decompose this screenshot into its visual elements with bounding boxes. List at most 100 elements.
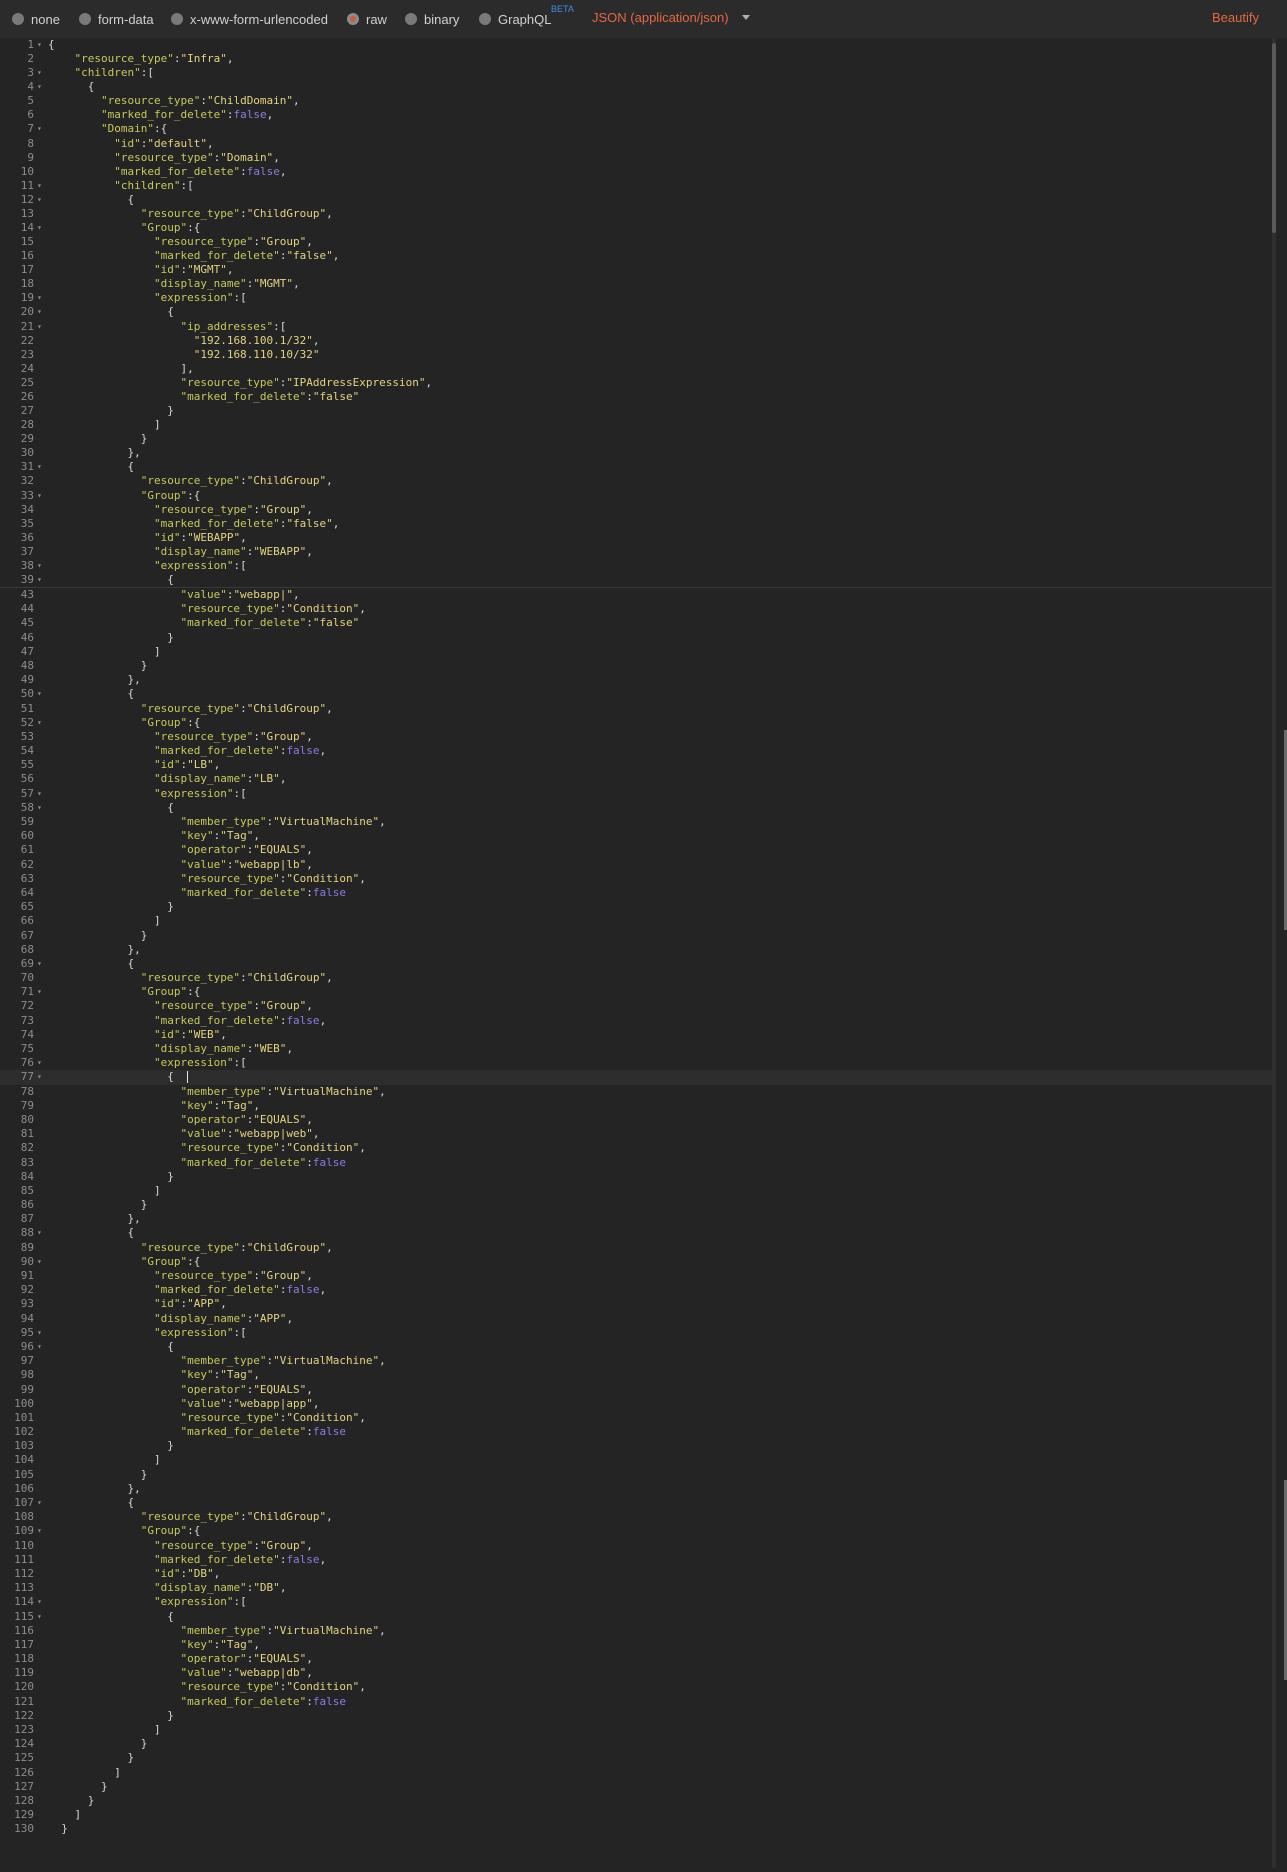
code-line[interactable]: 56 "display_name":"LB", <box>0 772 1272 786</box>
fold-toggle-icon[interactable]: ▾ <box>37 985 45 999</box>
code-line[interactable]: 44 "resource_type":"Condition", <box>0 602 1272 616</box>
code-line[interactable]: 119 "value":"webapp|db", <box>0 1666 1272 1680</box>
code-line[interactable]: 52 ▾ "Group":{ <box>0 716 1272 730</box>
beautify-button[interactable]: Beautify <box>1212 10 1259 25</box>
code-line[interactable]: 9 "resource_type":"Domain", <box>0 151 1272 165</box>
code-line[interactable]: 17 "id":"MGMT", <box>0 263 1272 277</box>
code-line[interactable]: 43 "value":"webapp|", <box>0 588 1272 602</box>
code-line[interactable]: 74 "id":"WEB", <box>0 1028 1272 1042</box>
code-line[interactable]: 45 "marked_for_delete":"false" <box>0 616 1272 630</box>
code-line[interactable]: 91 "resource_type":"Group", <box>0 1269 1272 1283</box>
code-line[interactable]: 48 } <box>0 659 1272 673</box>
code-line[interactable]: 83 "marked_for_delete":false <box>0 1156 1272 1170</box>
code-line[interactable]: 85 ] <box>0 1184 1272 1198</box>
fold-toggle-icon[interactable]: ▾ <box>37 66 45 80</box>
radio-form-data-icon[interactable] <box>79 13 91 25</box>
code-line[interactable]: 76 ▾ "expression":[ <box>0 1056 1272 1070</box>
code-line[interactable]: 120 "resource_type":"Condition", <box>0 1680 1272 1694</box>
fold-toggle-icon[interactable]: ▾ <box>37 957 45 971</box>
code-line[interactable]: 88 ▾ { <box>0 1226 1272 1240</box>
code-line[interactable]: 109 ▾ "Group":{ <box>0 1524 1272 1538</box>
body-mode-none[interactable]: none <box>12 10 60 28</box>
code-line[interactable]: 29 } <box>0 432 1272 446</box>
code-line[interactable]: 15 "resource_type":"Group", <box>0 235 1272 249</box>
code-line[interactable]: 47 ] <box>0 645 1272 659</box>
code-line[interactable]: 69 ▾ { <box>0 957 1272 971</box>
body-mode-binary[interactable]: binary <box>405 10 459 28</box>
code-line[interactable]: 54 "marked_for_delete":false, <box>0 744 1272 758</box>
code-line[interactable]: 113 "display_name":"DB", <box>0 1581 1272 1595</box>
code-line[interactable]: 101 "resource_type":"Condition", <box>0 1411 1272 1425</box>
code-line[interactable]: 39 ▾ { <box>0 573 1272 587</box>
code-line[interactable]: 13 "resource_type":"ChildGroup", <box>0 207 1272 221</box>
code-line[interactable]: 75 "display_name":"WEB", <box>0 1042 1272 1056</box>
code-line[interactable]: 97 "member_type":"VirtualMachine", <box>0 1354 1272 1368</box>
fold-toggle-icon[interactable]: ▾ <box>37 1226 45 1240</box>
code-line[interactable]: 20 ▾ { <box>0 305 1272 319</box>
code-line[interactable]: 106 }, <box>0 1482 1272 1496</box>
code-editor-lower[interactable]: 43 "value":"webapp|", 44 "resource_type":… <box>0 588 1272 1866</box>
fold-toggle-icon[interactable]: ▾ <box>37 1326 45 1340</box>
code-line[interactable]: 32 "resource_type":"ChildGroup", <box>0 474 1272 488</box>
code-line[interactable]: 61 "operator":"EQUALS", <box>0 843 1272 857</box>
radio-graphql-icon[interactable] <box>479 13 491 25</box>
code-line[interactable]: 94 "display_name":"APP", <box>0 1312 1272 1326</box>
code-line[interactable]: 116 "member_type":"VirtualMachine", <box>0 1624 1272 1638</box>
code-line[interactable]: 129 ] <box>0 1808 1272 1822</box>
body-mode-urlencoded[interactable]: x-www-form-urlencoded <box>171 10 328 28</box>
code-line[interactable]: 28 ] <box>0 418 1272 432</box>
code-line[interactable]: 84 } <box>0 1170 1272 1184</box>
code-line[interactable]: 50 ▾ { <box>0 687 1272 701</box>
code-line[interactable]: 124 } <box>0 1737 1272 1751</box>
code-line[interactable]: 7 ▾ "Domain":{ <box>0 122 1272 136</box>
fold-toggle-icon[interactable]: ▾ <box>37 1340 45 1354</box>
code-line[interactable]: 12 ▾ { <box>0 193 1272 207</box>
code-line[interactable]: 80 "operator":"EQUALS", <box>0 1113 1272 1127</box>
fold-toggle-icon[interactable]: ▾ <box>37 801 45 815</box>
code-line[interactable]: 105 } <box>0 1468 1272 1482</box>
vertical-scrollbar[interactable] <box>1272 38 1276 1868</box>
code-line[interactable]: 128 } <box>0 1794 1272 1808</box>
code-line[interactable]: 37 "display_name":"WEBAPP", <box>0 545 1272 559</box>
code-line[interactable]: 59 "member_type":"VirtualMachine", <box>0 815 1272 829</box>
fold-toggle-icon[interactable]: ▾ <box>37 787 45 801</box>
fold-toggle-icon[interactable]: ▾ <box>37 1524 45 1538</box>
code-line[interactable]: 127 } <box>0 1780 1272 1794</box>
code-line[interactable]: 98 "key":"Tag", <box>0 1368 1272 1382</box>
code-line[interactable]: 92 "marked_for_delete":false, <box>0 1283 1272 1297</box>
code-line[interactable]: 117 "key":"Tag", <box>0 1638 1272 1652</box>
fold-toggle-icon[interactable]: ▾ <box>37 489 45 503</box>
code-line[interactable]: 110 "resource_type":"Group", <box>0 1539 1272 1553</box>
code-line[interactable]: 89 "resource_type":"ChildGroup", <box>0 1241 1272 1255</box>
fold-toggle-icon[interactable]: ▾ <box>37 559 45 573</box>
body-mode-raw[interactable]: raw <box>347 10 387 28</box>
fold-toggle-icon[interactable]: ▾ <box>37 221 45 235</box>
fold-toggle-icon[interactable]: ▾ <box>37 1610 45 1624</box>
fold-toggle-icon[interactable]: ▾ <box>37 193 45 207</box>
code-line[interactable]: 86 } <box>0 1198 1272 1212</box>
fold-toggle-icon[interactable]: ▾ <box>37 1070 45 1084</box>
fold-toggle-icon[interactable]: ▾ <box>37 460 45 474</box>
fold-toggle-icon[interactable]: ▾ <box>37 716 45 730</box>
code-line[interactable]: 18 "display_name":"MGMT", <box>0 277 1272 291</box>
fold-toggle-icon[interactable]: ▾ <box>37 687 45 701</box>
code-line[interactable]: 115 ▾ { <box>0 1610 1272 1624</box>
code-line[interactable]: 78 "member_type":"VirtualMachine", <box>0 1085 1272 1099</box>
code-line[interactable]: 38 ▾ "expression":[ <box>0 559 1272 573</box>
fold-toggle-icon[interactable]: ▾ <box>37 305 45 319</box>
code-line[interactable]: 24 ], <box>0 362 1272 376</box>
code-line[interactable]: 33 ▾ "Group":{ <box>0 489 1272 503</box>
radio-none-icon[interactable] <box>12 13 24 25</box>
body-mode-form-data[interactable]: form-data <box>79 10 154 28</box>
code-line[interactable]: 95 ▾ "expression":[ <box>0 1326 1272 1340</box>
code-line[interactable]: 118 "operator":"EQUALS", <box>0 1652 1272 1666</box>
code-line[interactable]: 19 ▾ "expression":[ <box>0 291 1272 305</box>
body-mode-graphql[interactable]: GraphQL BETA <box>479 4 574 28</box>
code-line[interactable]: 81 "value":"webapp|web", <box>0 1127 1272 1141</box>
code-line[interactable]: 126 ] <box>0 1766 1272 1780</box>
code-line[interactable]: 82 "resource_type":"Condition", <box>0 1141 1272 1155</box>
fold-toggle-icon[interactable]: ▾ <box>37 179 45 193</box>
code-line[interactable]: 102 "marked_for_delete":false <box>0 1425 1272 1439</box>
code-line[interactable]: 112 "id":"DB", <box>0 1567 1272 1581</box>
code-line[interactable]: 103 } <box>0 1439 1272 1453</box>
